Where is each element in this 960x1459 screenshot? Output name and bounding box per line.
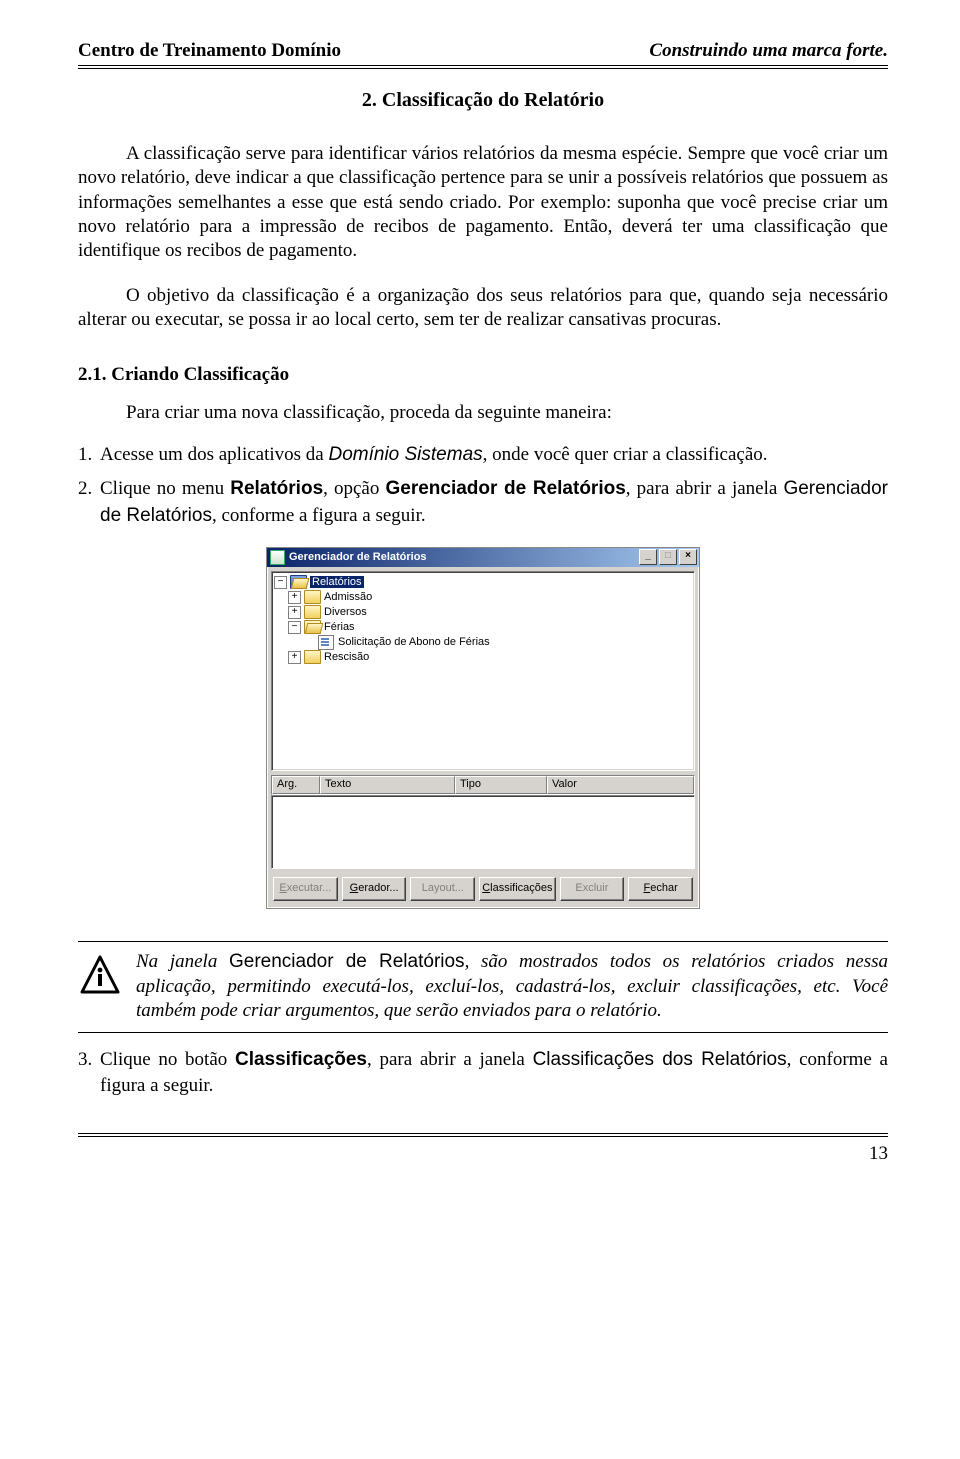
header-right: Construindo uma marca forte.: [649, 40, 888, 62]
maximize-button: □: [659, 549, 677, 565]
expand-icon[interactable]: +: [288, 606, 301, 619]
col-arg[interactable]: Arg.: [272, 776, 320, 794]
section-title: 2. Classificação do Relatório: [78, 89, 888, 112]
step-2-text-b: , opção: [323, 478, 385, 499]
header-rule-1: [78, 65, 888, 66]
lead-in: Para criar uma nova classificação, proce…: [78, 402, 888, 424]
report-icon: [318, 635, 334, 650]
info-rule-bottom: [78, 1032, 888, 1033]
window-title: Gerenciador de Relatórios: [289, 551, 639, 563]
tree-item-solicitacao[interactable]: Solicitação de Abono de Férias: [274, 635, 692, 650]
step-1-text-a: Acesse um dos aplicativos da: [100, 444, 328, 465]
step-2-number: 2.: [78, 476, 100, 528]
col-tipo[interactable]: Tipo: [455, 776, 547, 794]
step-2-menu: Relatórios: [230, 478, 323, 499]
step-3-text-b: , para abrir a janela: [367, 1049, 533, 1070]
tree-item-label: Rescisão: [324, 651, 369, 663]
step-2-option: Gerenciador de Relatórios: [385, 478, 625, 499]
button-row: Executar... Gerador... Layout... Classif…: [267, 869, 699, 908]
tree-item-label: Admissão: [324, 591, 372, 603]
page-number: 13: [78, 1143, 888, 1165]
tree-item-label: Diversos: [324, 606, 367, 618]
tree-root[interactable]: − Relatórios: [274, 575, 692, 590]
info-text-a: Na janela: [136, 951, 229, 972]
grid-body[interactable]: [271, 795, 695, 869]
grid-header: Arg. Texto Tipo Valor: [271, 775, 695, 795]
folder-icon: [304, 605, 321, 619]
step-2-text-d: , conforme a figura a seguir.: [212, 505, 426, 526]
header-rule-2: [78, 68, 888, 69]
info-box: Na janela Gerenciador de Relatórios, são…: [78, 950, 888, 1024]
close-button[interactable]: ×: [679, 549, 697, 565]
folder-icon: [304, 650, 321, 664]
info-window-name: Gerenciador de Relatórios: [229, 951, 465, 972]
tree-connector: [302, 636, 315, 649]
classificacoes-button[interactable]: Classificações: [479, 877, 555, 901]
expand-icon[interactable]: +: [288, 591, 301, 604]
collapse-icon[interactable]: −: [288, 621, 301, 634]
step-2: 2. Clique no menu Relatórios, opção Gere…: [78, 476, 888, 528]
step-1-text-b: , onde você quer criar a classificação.: [483, 444, 768, 465]
folder-open-icon: [290, 575, 307, 589]
step-3-window-name: Classificações dos Relatórios: [533, 1049, 787, 1070]
step-1-number: 1.: [78, 442, 100, 468]
footer-rule-2: [78, 1136, 888, 1137]
step-1: 1. Acesse um dos aplicativos da Domínio …: [78, 442, 888, 468]
tree-item-rescisao[interactable]: + Rescisão: [274, 650, 692, 665]
expand-icon[interactable]: +: [288, 651, 301, 664]
subsection-title: 2.1. Criando Classificação: [78, 364, 888, 386]
tree-item-ferias[interactable]: − Férias: [274, 620, 692, 635]
tree-item-label: Férias: [324, 621, 355, 633]
tree-panel[interactable]: − Relatórios + Admissão + Diversos − Fé: [271, 571, 695, 771]
excluir-button: Excluir: [560, 877, 625, 901]
tree-item-label: Solicitação de Abono de Férias: [338, 636, 490, 648]
app-icon: [270, 550, 285, 565]
layout-button: Layout...: [410, 877, 475, 901]
collapse-icon[interactable]: −: [274, 576, 287, 589]
minimize-button[interactable]: _: [639, 549, 657, 565]
folder-icon: [304, 590, 321, 604]
folder-open-icon: [304, 620, 321, 634]
info-icon: [78, 954, 122, 998]
step-3-text-a: Clique no botão: [100, 1049, 235, 1070]
executar-button: Executar...: [273, 877, 338, 901]
step-3-number: 3.: [78, 1047, 100, 1099]
tree-item-admissao[interactable]: + Admissão: [274, 590, 692, 605]
fechar-button[interactable]: Fechar: [628, 877, 693, 901]
col-valor[interactable]: Valor: [547, 776, 694, 794]
footer-rule-1: [78, 1133, 888, 1134]
paragraph-1: A classificação serve para identificar v…: [78, 142, 888, 264]
step-3: 3. Clique no botão Classificações, para …: [78, 1047, 888, 1099]
header-left: Centro de Treinamento Domínio: [78, 40, 341, 62]
app-window: Gerenciador de Relatórios _ □ × − Relató…: [266, 547, 700, 909]
tree-root-label: Relatórios: [310, 576, 364, 588]
step-2-text-a: Clique no menu: [100, 478, 230, 499]
step-1-brand: Domínio Sistemas: [328, 444, 482, 465]
col-texto[interactable]: Texto: [320, 776, 455, 794]
info-rule-top: [78, 941, 888, 942]
titlebar: Gerenciador de Relatórios _ □ ×: [267, 548, 699, 567]
paragraph-2: O objetivo da classificação é a organiza…: [78, 284, 888, 333]
step-2-text-c: , para abrir a janela: [626, 478, 784, 499]
step-3-button-name: Classificações: [235, 1049, 367, 1070]
gerador-button[interactable]: Gerador...: [342, 877, 407, 901]
tree-item-diversos[interactable]: + Diversos: [274, 605, 692, 620]
